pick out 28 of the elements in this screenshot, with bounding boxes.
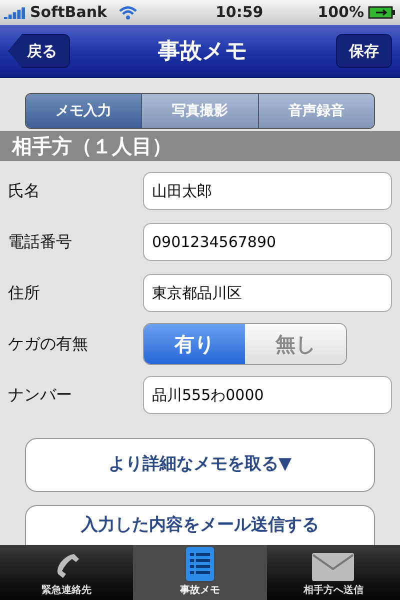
field-label: 氏名 (8, 180, 41, 202)
field-label: 電話番号 (8, 231, 73, 253)
field-label: ナンバー (8, 384, 73, 406)
save-button[interactable]: 保存 (336, 34, 392, 68)
envelope-icon (312, 553, 354, 581)
battery-percent: 100% (318, 2, 364, 24)
action-button[interactable]: より詳細なメモを取る▼ (25, 438, 375, 492)
text-field[interactable]: 山田太郎 (143, 172, 392, 210)
toggle-option[interactable]: 有り (144, 324, 245, 364)
text-field[interactable]: 0901234567890 (143, 223, 392, 261)
text-field[interactable]: 品川555わ0000 (143, 376, 392, 414)
tab-bar-item[interactable]: 相手方へ送信 (266, 545, 400, 600)
screen-title: 事故メモ (157, 38, 249, 66)
wifi-icon (119, 6, 138, 20)
clock-time: 10:59 (214, 2, 264, 24)
action-button[interactable]: 入力した内容をメール送信する (25, 505, 375, 545)
text-field[interactable]: 東京都品川区 (143, 274, 392, 312)
battery-icon (368, 6, 396, 19)
list-icon (186, 547, 214, 581)
segment-tab[interactable]: メモ入力 (26, 94, 142, 128)
field-label: 住所 (8, 282, 41, 304)
back-button[interactable]: 戻る (8, 34, 70, 68)
section-header: 相手方（１人目） (0, 131, 400, 161)
tab-bar-item[interactable]: 事故メモ (133, 545, 267, 600)
carrier-name: SoftBank (30, 2, 108, 24)
tab-bar-item[interactable]: 緊急連絡先 (0, 545, 134, 600)
signal-icon (4, 6, 26, 18)
field-label: ケガの有無 (8, 333, 89, 355)
